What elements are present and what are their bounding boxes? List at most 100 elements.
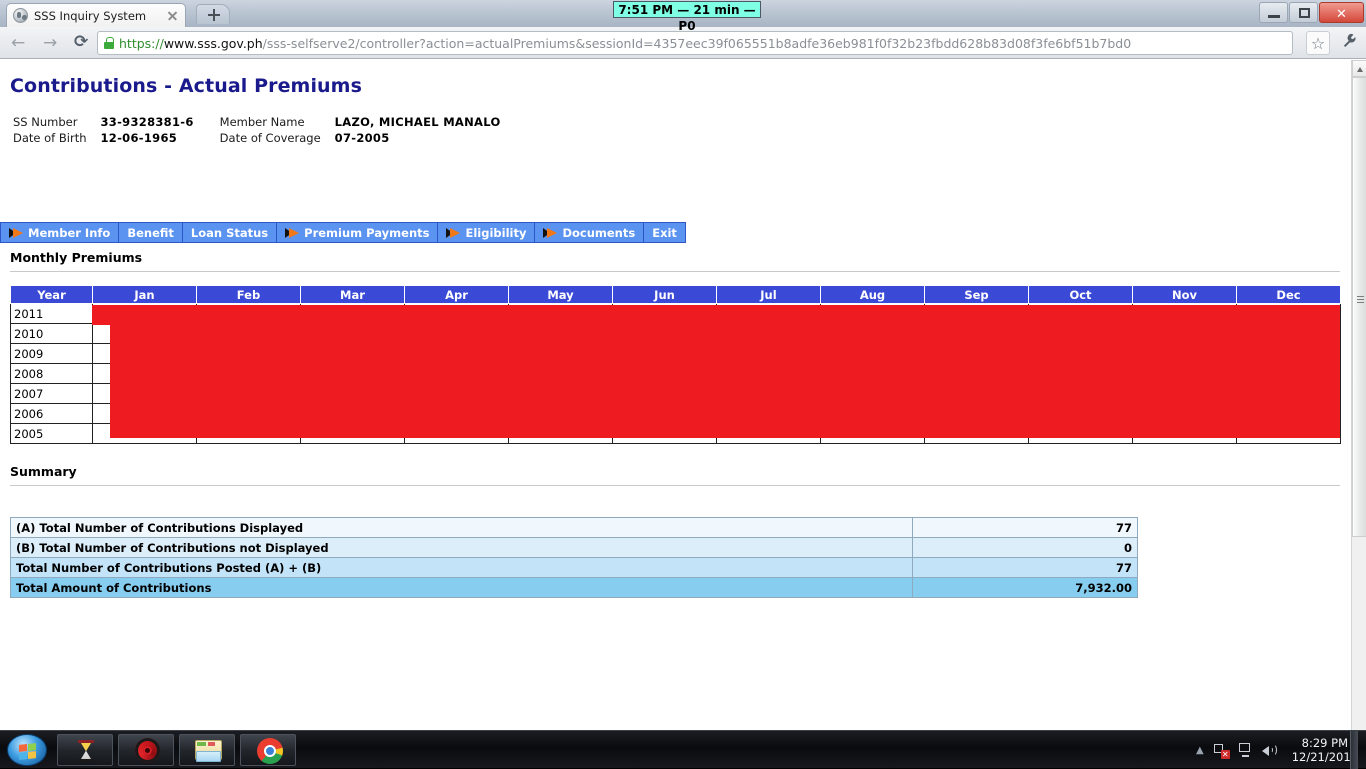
summary-row: Total Amount of Contributions 7,932.00 xyxy=(10,577,1138,598)
page-title-dash: - xyxy=(164,75,173,97)
summary-value: 77 xyxy=(912,517,1138,538)
arrow-right-icon: → xyxy=(43,32,58,53)
nav-tab-documents[interactable]: Documents xyxy=(535,223,645,242)
taskbar: ▲ ✕ 8:29 PM 12/21/2011 xyxy=(0,730,1366,769)
taskbar-item-hourglass-app[interactable] xyxy=(57,734,113,766)
clock-time: 8:29 PM xyxy=(1301,736,1349,750)
column-header-jun: Jun xyxy=(612,285,717,304)
dropdown-arrow-icon xyxy=(543,227,558,238)
window-controls: ✕ xyxy=(1258,2,1364,23)
summary-row: Total Number of Contributions Posted (A)… xyxy=(10,557,1138,578)
summary-value: 0 xyxy=(912,537,1138,558)
scroll-up-arrow-icon[interactable] xyxy=(1352,60,1366,77)
lock-icon xyxy=(104,37,114,49)
nav-tab-label: Documents xyxy=(562,225,636,240)
divider-monthly xyxy=(10,271,1340,272)
forward-button[interactable]: → xyxy=(36,30,64,56)
ss-number-label: SS Number xyxy=(13,115,78,129)
scrollbar-grip xyxy=(1357,296,1364,303)
url-path: /sss-selfserve2/controller?action=actual… xyxy=(262,35,1132,51)
year-cell: 2005 xyxy=(10,423,93,444)
dropdown-arrow-icon xyxy=(9,227,23,238)
nav-tab-label: Benefit xyxy=(127,225,174,240)
year-cell: 2010 xyxy=(10,323,93,344)
browser-tab[interactable]: SSS Inquiry System xyxy=(6,3,186,27)
vertical-scrollbar[interactable] xyxy=(1351,60,1366,730)
new-tab-button[interactable] xyxy=(196,4,230,24)
summary-row: (B) Total Number of Contributions not Di… xyxy=(10,537,1138,558)
network-error-icon[interactable]: ✕ xyxy=(1213,743,1230,759)
dropdown-arrow-icon xyxy=(285,227,300,238)
page-title-main: Contributions xyxy=(10,75,158,97)
globe-icon xyxy=(13,8,28,23)
column-header-jul: Jul xyxy=(716,285,821,304)
divider-summary xyxy=(10,485,1340,486)
dob-label: Date of Birth xyxy=(13,131,87,145)
show-hidden-icons-chevron-icon[interactable]: ▲ xyxy=(1196,745,1204,756)
folder-icon xyxy=(195,740,222,762)
taskbar-item-red-spiral-app[interactable] xyxy=(118,734,174,766)
red-overlay-row-2011 xyxy=(92,305,1340,325)
page-viewport: Contributions - Actual Premiums SS Numbe… xyxy=(0,60,1351,730)
close-icon: ✕ xyxy=(1336,7,1347,22)
tab-title: SSS Inquiry System xyxy=(34,8,147,23)
page-title-sub: Actual Premiums xyxy=(178,75,362,97)
recording-status-badge: 7:51 PM — 21 min — P0 xyxy=(613,1,761,33)
bookmark-star-icon[interactable]: ☆ xyxy=(1306,31,1330,55)
maximize-button[interactable] xyxy=(1289,2,1318,23)
coverage-value: 07-2005 xyxy=(334,131,390,145)
coverage-label: Date of Coverage xyxy=(219,131,321,145)
spiral-icon xyxy=(135,738,160,763)
summary-value: 7,932.00 xyxy=(912,577,1138,598)
show-desktop-button[interactable] xyxy=(1350,731,1358,769)
reload-icon: ⟳ xyxy=(74,31,89,52)
column-header-oct: Oct xyxy=(1028,285,1133,304)
summary-table: (A) Total Number of Contributions Displa… xyxy=(10,517,1138,598)
member-name-label: Member Name xyxy=(219,115,305,129)
hourglass-icon xyxy=(76,739,96,763)
url-scheme: https:// xyxy=(119,35,164,51)
nav-tab-exit[interactable]: Exit xyxy=(644,223,685,242)
address-bar[interactable]: https://www.sss.gov.ph/sss-selfserve2/co… xyxy=(97,31,1293,55)
column-header-jan: Jan xyxy=(92,285,197,304)
summary-row: (A) Total Number of Contributions Displa… xyxy=(10,517,1138,538)
chrome-icon xyxy=(257,738,283,764)
summary-value: 77 xyxy=(912,557,1138,578)
column-header-aug: Aug xyxy=(820,285,925,304)
wrench-menu-icon[interactable] xyxy=(1338,31,1360,55)
column-header-nov: Nov xyxy=(1132,285,1237,304)
column-header-apr: Apr xyxy=(404,285,509,304)
arrow-left-icon: ← xyxy=(11,32,26,53)
nav-tab-loan-status[interactable]: Loan Status xyxy=(182,223,278,242)
page-title: Contributions - Actual Premiums xyxy=(10,75,362,97)
monthly-premiums-heading: Monthly Premiums xyxy=(10,250,143,265)
browser-window: SSS Inquiry System ✕ ← → ⟳ https://www.s… xyxy=(0,0,1366,730)
taskbar-item-google-chrome[interactable] xyxy=(240,734,296,766)
close-window-button[interactable]: ✕ xyxy=(1319,2,1364,23)
volume-icon[interactable] xyxy=(1261,743,1278,757)
minimize-button[interactable] xyxy=(1259,2,1288,23)
dropdown-arrow-icon xyxy=(446,227,461,238)
nav-tab-member-info[interactable]: Member Info xyxy=(1,223,120,242)
summary-label: (B) Total Number of Contributions not Di… xyxy=(10,537,913,558)
nav-tab-premium-payments[interactable]: Premium Payments xyxy=(277,223,439,242)
close-icon[interactable] xyxy=(166,9,179,22)
system-tray: ▲ ✕ 8:29 PM 12/21/2011 xyxy=(1196,731,1358,769)
ss-number-value: 33-9328381-6 xyxy=(100,115,194,129)
nav-tab-eligibility[interactable]: Eligibility xyxy=(438,223,536,242)
reload-button[interactable]: ⟳ xyxy=(68,30,96,56)
column-header-dec: Dec xyxy=(1236,285,1341,304)
summary-label: Total Amount of Contributions xyxy=(10,577,913,598)
clock-date: 12/21/2011 xyxy=(1291,750,1358,764)
summary-heading: Summary xyxy=(10,464,77,479)
start-button[interactable] xyxy=(7,734,47,766)
display-icon[interactable] xyxy=(1238,743,1253,757)
nav-tab-label: Exit xyxy=(652,225,677,240)
nav-tab-benefit[interactable]: Benefit xyxy=(119,223,183,242)
back-button[interactable]: ← xyxy=(4,30,32,56)
year-cell: 2011 xyxy=(10,303,93,324)
scrollbar-thumb[interactable] xyxy=(1352,77,1366,537)
taskbar-item-file-explorer[interactable] xyxy=(179,734,235,766)
year-cell: 2008 xyxy=(10,363,93,384)
clock[interactable]: 8:29 PM 12/21/2011 xyxy=(1292,736,1358,764)
